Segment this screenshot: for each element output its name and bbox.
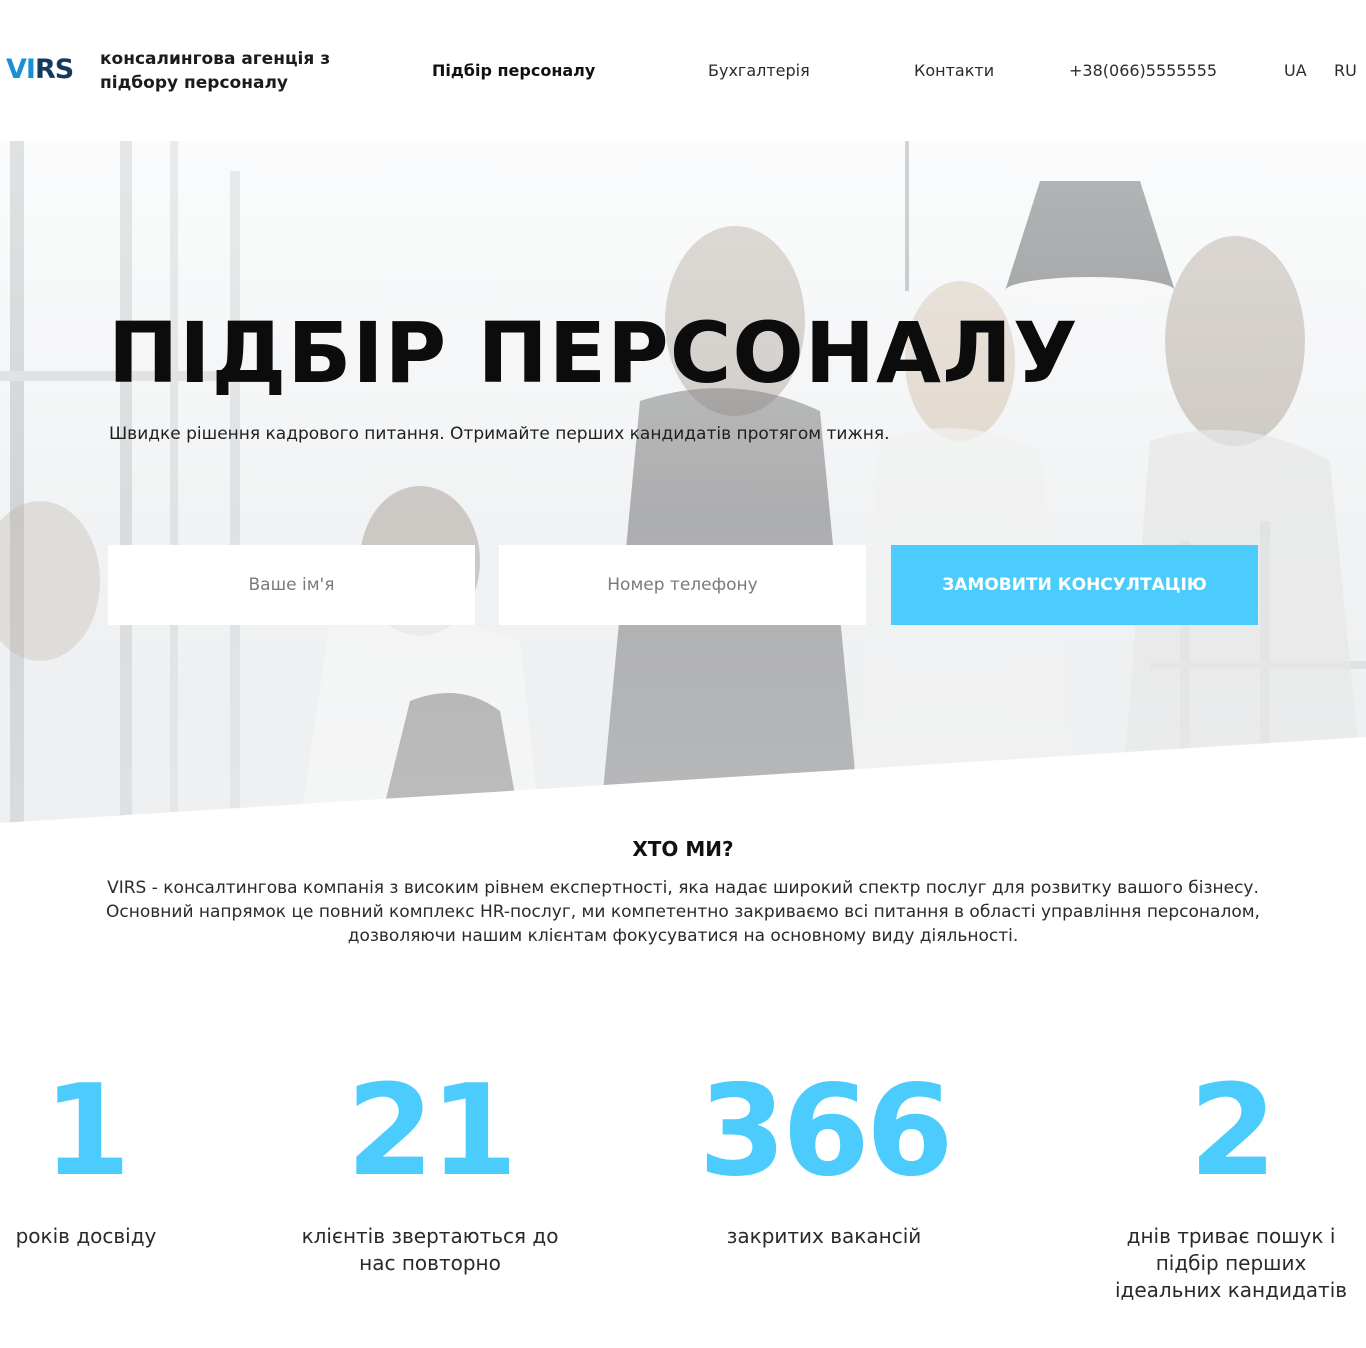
stat-vacancies-value: 366 — [698, 1057, 953, 1204]
header-phone-link[interactable]: +38(066)5555555 — [1069, 59, 1217, 83]
lang-ua-link[interactable]: UA — [1284, 59, 1307, 83]
hero-slanted-edge — [0, 737, 1366, 823]
stat-days-label: днів триває пошук і підбір перших ідеаль… — [1114, 1224, 1348, 1302]
header-tagline: консалингова агенція з підбору персоналу — [100, 49, 331, 93]
stat-vacancies-label: закритих вакансій — [726, 1224, 922, 1248]
stat-clients-value: 21 — [346, 1057, 517, 1204]
stat-years-label: років досвіду — [15, 1224, 157, 1248]
virs-logo[interactable]: VIRS — [6, 54, 74, 85]
stat-clients-label: клієнтів звертаються до нас повторно — [301, 1224, 559, 1275]
stat-days-value: 2 — [1189, 1057, 1277, 1204]
nav-item-recruitment[interactable]: Підбір персоналу — [432, 59, 595, 83]
nav-item-accounting[interactable]: Бухгалтерія — [708, 59, 810, 83]
about-text: VIRS - консалтингова компанія з високим … — [106, 878, 1260, 946]
logo-part-rs: RS — [34, 54, 74, 85]
lang-ru-link[interactable]: RU — [1334, 59, 1357, 83]
stat-years-value: 1 — [43, 1057, 131, 1204]
nav-item-contacts[interactable]: Контакти — [914, 59, 994, 83]
site-header: VIRS консалингова агенція з підбору перс… — [0, 0, 1366, 141]
logo-part-vi: VI — [6, 54, 36, 85]
about-title: ХТО МИ? — [632, 837, 734, 861]
hero-section: ПІДБІР ПЕРСОНАЛУ Швидке рішення кадровог… — [0, 141, 1366, 823]
